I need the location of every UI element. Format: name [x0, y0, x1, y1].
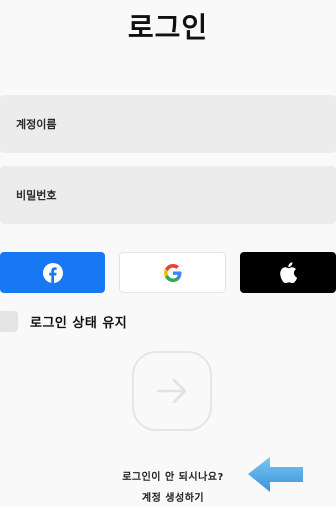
- login-submit-button[interactable]: [132, 351, 212, 431]
- apple-login-button[interactable]: [240, 252, 336, 293]
- arrow-right-icon: [156, 378, 187, 404]
- keep-logged-in[interactable]: 로그인 상태 유지: [0, 310, 127, 332]
- facebook-icon: [42, 262, 63, 283]
- apple-icon: [280, 262, 297, 283]
- password-input[interactable]: [0, 166, 336, 224]
- username-field[interactable]: [0, 95, 336, 153]
- keep-logged-in-label: 로그인 상태 유지: [30, 315, 128, 331]
- arrow-left-icon: [248, 457, 303, 492]
- password-field[interactable]: [0, 166, 336, 224]
- google-login-button[interactable]: [119, 252, 226, 293]
- keep-logged-in-checkbox[interactable]: [0, 310, 18, 332]
- google-icon: [163, 263, 181, 282]
- username-input[interactable]: [0, 95, 336, 153]
- page-title: 로그인: [127, 11, 209, 44]
- facebook-login-button[interactable]: [0, 252, 105, 293]
